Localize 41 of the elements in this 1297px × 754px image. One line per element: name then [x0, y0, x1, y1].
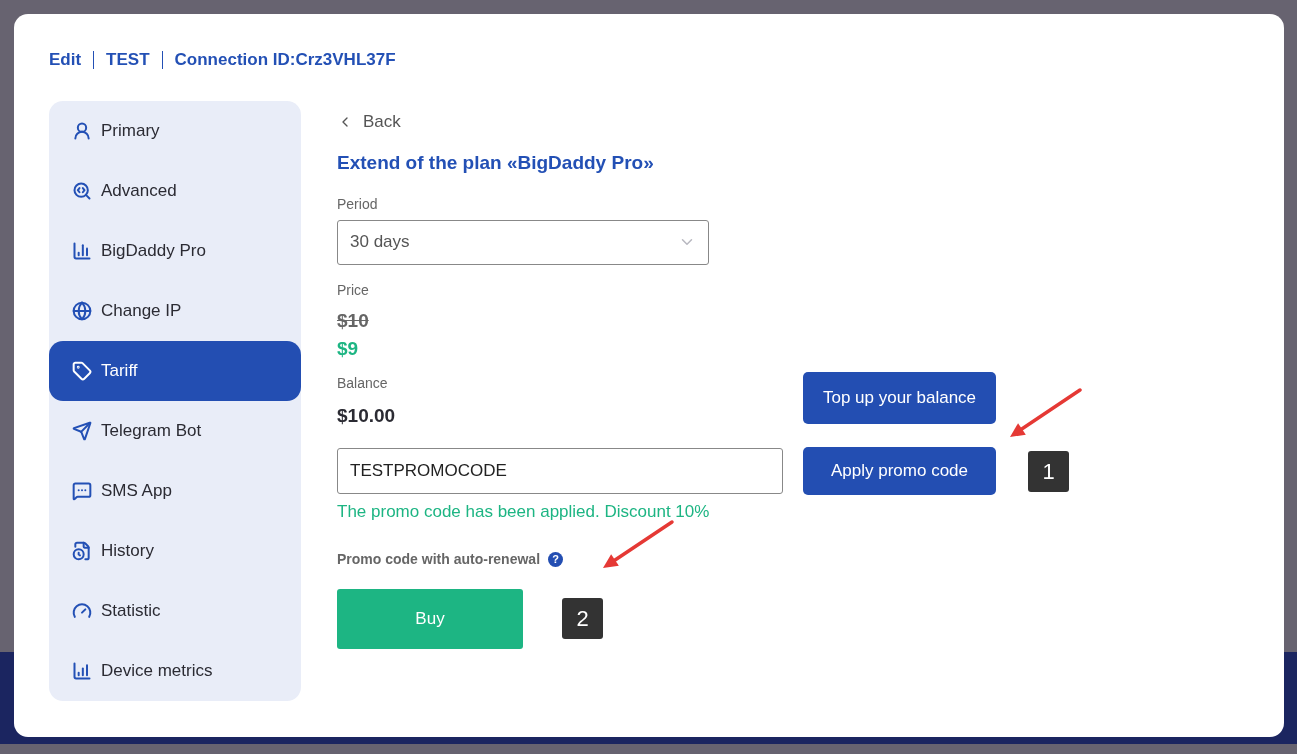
bar-chart-icon: [72, 241, 92, 261]
growth-chart-icon: [72, 661, 92, 681]
auto-renewal-label: Promo code with auto-renewal: [337, 549, 541, 569]
field-label: Balance: [337, 373, 389, 393]
person-icon: [72, 121, 92, 141]
period-select[interactable]: 30 days: [337, 219, 709, 265]
breadcrumb-text: TEST: [106, 49, 150, 72]
annotation-arrow: [603, 520, 674, 568]
sidebar-item[interactable]: History: [49, 521, 301, 581]
sidebar-item[interactable]: Change IP: [49, 281, 301, 341]
promo-code-field[interactable]: TESTPROMOCODE: [337, 448, 783, 494]
sidebar-item[interactable]: Advanced: [49, 161, 301, 221]
chat-bubble-icon: [72, 481, 92, 501]
globe-icon: [72, 301, 92, 321]
breadcrumb-text: Connection ID:Crz3VHL37F: [174, 49, 396, 72]
annotation-number: 2: [562, 598, 603, 639]
field-label: Period: [337, 194, 379, 214]
paper-plane-icon: [72, 421, 92, 441]
old-price: $10: [337, 308, 370, 333]
sidebar-item[interactable]: Statistic: [49, 581, 301, 641]
tag-icon: [72, 361, 92, 381]
breadcrumb-text: Edit: [49, 49, 82, 72]
new-price: $9: [337, 337, 360, 361]
sidebar-item[interactable]: SMS App: [49, 461, 301, 521]
apply-promo-button[interactable]: Apply promo code: [803, 447, 996, 495]
sidebar-item[interactable]: Device metrics: [49, 641, 301, 701]
plan-title: Extend of the plan «BigDaddy Pro»: [337, 151, 655, 175]
balance-amount: $10.00: [337, 403, 397, 428]
promo-success-message: The promo code has been applied. Discount 10%: [337, 501, 710, 523]
sidebar-item[interactable]: Tariff: [49, 341, 301, 401]
top-up-button[interactable]: Top up your balance: [803, 371, 996, 424]
back-link[interactable]: Back: [337, 110, 1069, 134]
gauge-icon: [72, 601, 92, 621]
document-clock-icon: [72, 541, 92, 561]
help-icon[interactable]: ?: [548, 551, 564, 567]
annotation-arrow: [1010, 388, 1082, 437]
sidebar-item[interactable]: Telegram Bot: [49, 401, 301, 461]
sidebar-item[interactable]: BigDaddy Pro: [49, 221, 301, 281]
annotation-number: 1: [1028, 450, 1069, 492]
field-label: Price: [337, 280, 370, 300]
sidebar-item[interactable]: Primary: [49, 101, 301, 161]
